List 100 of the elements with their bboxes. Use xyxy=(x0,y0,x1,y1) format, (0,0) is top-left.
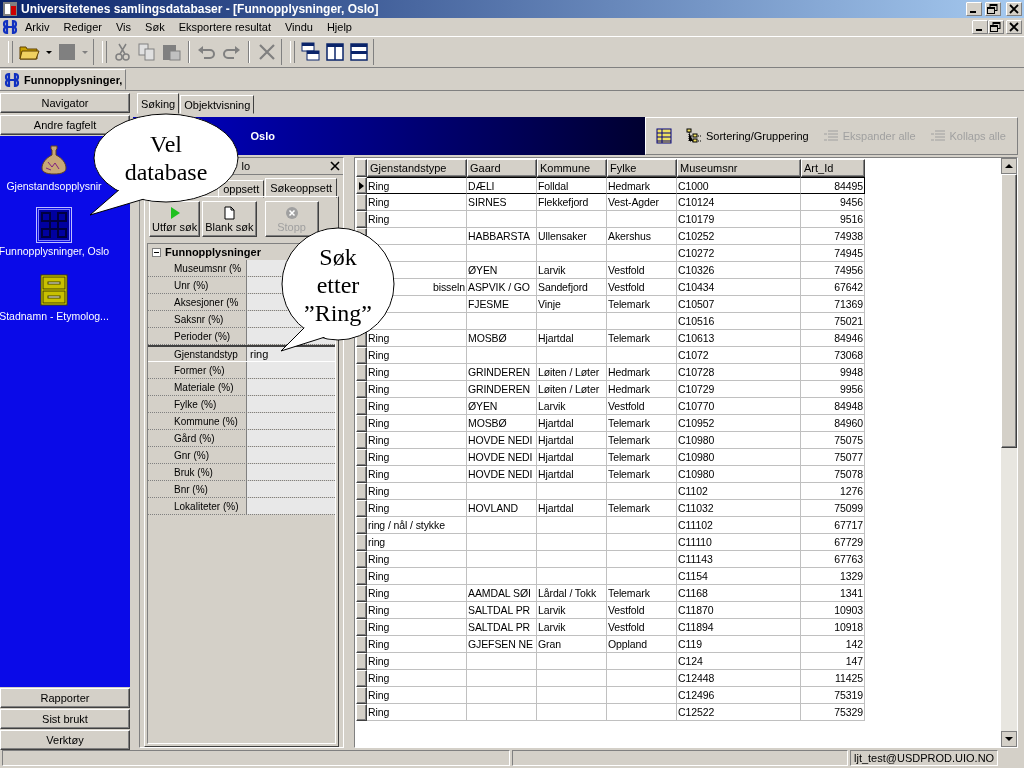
menu-item[interactable]: Vindu xyxy=(277,20,320,34)
restore-button[interactable] xyxy=(985,2,1001,16)
row-header[interactable] xyxy=(356,449,367,466)
scroll-up-icon[interactable] xyxy=(1001,158,1017,174)
collapse-icon xyxy=(152,247,161,257)
input-field[interactable] xyxy=(247,464,335,480)
input-field[interactable] xyxy=(247,498,335,514)
navigator-section-button[interactable]: Rapporter xyxy=(0,688,130,708)
row-header[interactable] xyxy=(356,483,367,500)
menu-item[interactable]: Arkiv xyxy=(18,20,57,34)
table-cell: Løiten / Løter xyxy=(537,381,607,398)
grid-view-icon[interactable] xyxy=(656,128,672,144)
row-header[interactable] xyxy=(356,636,367,653)
delete-icon[interactable] xyxy=(257,42,277,62)
row-header[interactable] xyxy=(356,381,367,398)
app-menu-icon[interactable] xyxy=(2,19,18,35)
input-field[interactable]: ring xyxy=(247,347,335,361)
menu-item[interactable]: Hjelp xyxy=(319,20,359,34)
table-cell: C12448 xyxy=(677,670,801,687)
row-header[interactable] xyxy=(356,602,367,619)
scrollbar[interactable] xyxy=(1001,158,1017,747)
input-field[interactable] xyxy=(247,481,335,497)
scroll-down-icon[interactable] xyxy=(1001,731,1017,747)
column-header[interactable]: Gjenstandstype xyxy=(367,159,467,177)
table-cell xyxy=(607,347,677,364)
row-header[interactable] xyxy=(356,347,367,364)
row-header[interactable] xyxy=(356,687,367,704)
row-header[interactable] xyxy=(356,432,367,449)
scrollbar-thumb[interactable] xyxy=(1001,174,1017,448)
clear-search-button[interactable]: Blank søk xyxy=(202,201,257,237)
view-tab[interactable]: Søking xyxy=(137,93,180,114)
column-header[interactable]: Museumsnr xyxy=(677,159,801,177)
input-field[interactable] xyxy=(247,379,335,395)
row-header[interactable] xyxy=(356,670,367,687)
input-field[interactable] xyxy=(247,413,335,429)
table-cell: C1168 xyxy=(677,585,801,602)
document-tab[interactable]: Funnopplysninger, xyxy=(0,69,127,90)
tile-horizontal-icon[interactable] xyxy=(349,42,369,62)
row-header[interactable] xyxy=(356,517,367,534)
navigator-section-button[interactable]: Verktøy xyxy=(0,730,130,750)
column-header[interactable]: Gaard xyxy=(467,159,537,177)
row-header[interactable] xyxy=(356,466,367,483)
table-cell: C10124 xyxy=(677,194,801,211)
input-field[interactable] xyxy=(247,430,335,446)
table-cell xyxy=(607,534,677,551)
category-button[interactable]: Andre fagfelt xyxy=(0,115,130,135)
row-header[interactable] xyxy=(356,534,367,551)
row-header[interactable] xyxy=(356,398,367,415)
row-header[interactable] xyxy=(356,211,367,228)
run-search-button[interactable]: Utfør søk xyxy=(149,201,201,237)
close-button[interactable] xyxy=(1006,2,1022,16)
row-header[interactable] xyxy=(356,653,367,670)
input-field[interactable] xyxy=(247,396,335,412)
menu-item[interactable]: Vis xyxy=(109,20,139,34)
table-cell: ØYEN xyxy=(467,398,537,415)
navigator-section-button[interactable]: Sist brukt xyxy=(0,709,130,729)
row-header[interactable] xyxy=(356,415,367,432)
input-field[interactable] xyxy=(247,362,335,378)
menu-item[interactable]: Søk xyxy=(138,20,172,34)
row-header[interactable] xyxy=(356,500,367,517)
row-header[interactable] xyxy=(356,704,367,721)
column-header[interactable]: Art_Id xyxy=(801,159,865,177)
navigator-item[interactable]: Stadnamn - Etymolog... xyxy=(0,272,110,323)
cascade-windows-icon[interactable] xyxy=(301,42,321,62)
row-header[interactable] xyxy=(356,585,367,602)
close-button[interactable] xyxy=(1006,20,1022,34)
menu-item[interactable]: Eksportere resultat xyxy=(171,20,278,34)
menu-item[interactable]: Rediger xyxy=(56,20,109,34)
table-cell xyxy=(607,211,677,228)
column-header[interactable]: Kommune xyxy=(537,159,607,177)
row-header[interactable] xyxy=(356,568,367,585)
panel-tab[interactable]: Søkeoppsett xyxy=(265,178,337,198)
restore-button[interactable] xyxy=(988,20,1004,34)
navigator-item[interactable]: Gjenstandsopplysnir xyxy=(5,142,103,193)
clipboard-icon[interactable] xyxy=(161,42,181,62)
minimize-button[interactable] xyxy=(966,2,982,16)
table-cell xyxy=(607,653,677,670)
tile-vertical-icon[interactable] xyxy=(325,42,345,62)
row-header[interactable] xyxy=(356,194,367,211)
table-cell: 84960 xyxy=(801,415,865,432)
table-cell: Ring xyxy=(367,568,467,585)
input-field[interactable] xyxy=(247,447,335,463)
table-cell: 75075 xyxy=(801,432,865,449)
navigator-item[interactable]: Funnopplysninger, Oslo xyxy=(0,207,111,258)
table-cell: Vestfold xyxy=(607,279,677,296)
close-icon[interactable] xyxy=(330,161,340,171)
table-cell: 84495 xyxy=(801,177,865,194)
minimize-button[interactable] xyxy=(972,20,988,34)
sort-group-button[interactable]: Sortering/Gruppering xyxy=(686,128,809,144)
row-header[interactable] xyxy=(356,364,367,381)
table-cell: C11894 xyxy=(677,619,801,636)
table-cell: Ring xyxy=(367,636,467,653)
view-tab[interactable]: Objektvisning xyxy=(180,95,255,114)
caret-icon[interactable] xyxy=(45,49,53,55)
row-header[interactable] xyxy=(356,551,367,568)
navigator-button[interactable]: Navigator xyxy=(0,93,130,113)
row-header[interactable] xyxy=(356,177,367,194)
scissors-icon[interactable] xyxy=(113,42,133,62)
row-header[interactable] xyxy=(356,619,367,636)
column-header[interactable]: Fylke xyxy=(607,159,677,177)
